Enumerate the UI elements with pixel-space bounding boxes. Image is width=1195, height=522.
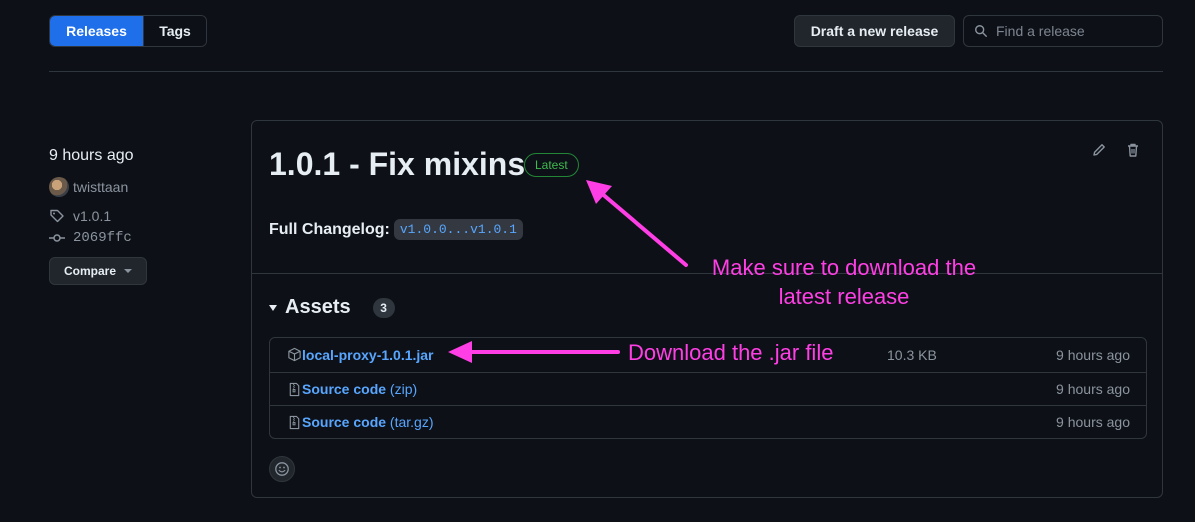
asset-format[interactable]: (zip) xyxy=(390,381,417,397)
search-input[interactable] xyxy=(996,23,1156,39)
asset-name[interactable]: Source code xyxy=(302,381,386,397)
release-search[interactable] xyxy=(963,15,1163,47)
header-divider xyxy=(49,71,1163,72)
smiley-icon xyxy=(275,462,289,476)
triangle-down-icon xyxy=(269,304,277,311)
asset-time: 9 hours ago xyxy=(1056,346,1130,363)
release-title[interactable]: 1.0.1 - Fix mixins xyxy=(269,146,525,183)
changelog-compare-link[interactable]: v1.0.0...v1.0.1 xyxy=(393,219,523,240)
latest-badge: Latest xyxy=(524,153,579,177)
trash-icon[interactable] xyxy=(1125,142,1141,158)
tag-name[interactable]: v1.0.1 xyxy=(73,208,111,224)
tag-icon xyxy=(50,209,64,223)
asset-size: 10.3 KB xyxy=(887,346,937,363)
asset-time: 9 hours ago xyxy=(1056,414,1130,430)
release-tabs: Releases Tags xyxy=(49,15,207,47)
commit-link[interactable]: 2069ffc xyxy=(49,230,132,246)
draft-release-button[interactable]: Draft a new release xyxy=(794,15,955,47)
pencil-icon[interactable] xyxy=(1091,142,1107,158)
list-item: Source code (zip) 9 hours ago xyxy=(270,372,1146,405)
annotation-latest-line2: latest release xyxy=(778,284,910,309)
asset-link[interactable]: Source code (tar.gz) xyxy=(302,414,434,430)
search-icon xyxy=(975,25,987,37)
full-changelog: Full Changelog: v1.0.0...v1.0.1 xyxy=(269,219,523,240)
assets-toggle[interactable]: Assets 3 xyxy=(269,296,395,319)
commit-sha[interactable]: 2069ffc xyxy=(73,230,132,246)
tab-tags[interactable]: Tags xyxy=(143,16,206,46)
package-icon xyxy=(288,347,301,362)
author-link[interactable]: twisttaan xyxy=(49,177,128,197)
file-zip-icon xyxy=(289,382,300,396)
compare-button[interactable]: Compare xyxy=(49,257,147,285)
asset-name[interactable]: Source code xyxy=(302,414,386,430)
asset-link[interactable]: Source code (zip) xyxy=(302,381,417,397)
assets-title: Assets xyxy=(285,296,351,318)
annotation-latest-line1: Make sure to download the xyxy=(711,255,977,280)
release-date: 9 hours ago xyxy=(49,147,134,164)
commit-icon xyxy=(49,234,65,242)
asset-link[interactable]: local-proxy-1.0.1.jar xyxy=(302,347,434,363)
chevron-down-icon xyxy=(124,269,132,273)
compare-label: Compare xyxy=(63,264,116,278)
tab-releases[interactable]: Releases xyxy=(50,16,143,46)
avatar xyxy=(49,177,69,197)
annotation-latest: Make sure to download the latest release xyxy=(688,253,1000,311)
annotation-jar: Download the .jar file xyxy=(628,340,834,365)
add-reaction-button[interactable] xyxy=(269,456,295,482)
asset-format[interactable]: (tar.gz) xyxy=(390,414,434,430)
asset-time: 9 hours ago xyxy=(1056,381,1130,397)
changelog-label: Full Changelog: xyxy=(269,220,390,238)
author-name[interactable]: twisttaan xyxy=(73,179,128,195)
tag-link[interactable]: v1.0.1 xyxy=(49,208,111,224)
asset-name[interactable]: local-proxy-1.0.1.jar xyxy=(302,347,434,363)
file-zip-icon xyxy=(289,415,300,429)
assets-count-badge: 3 xyxy=(372,297,395,318)
list-item: Source code (tar.gz) 9 hours ago xyxy=(270,405,1146,438)
